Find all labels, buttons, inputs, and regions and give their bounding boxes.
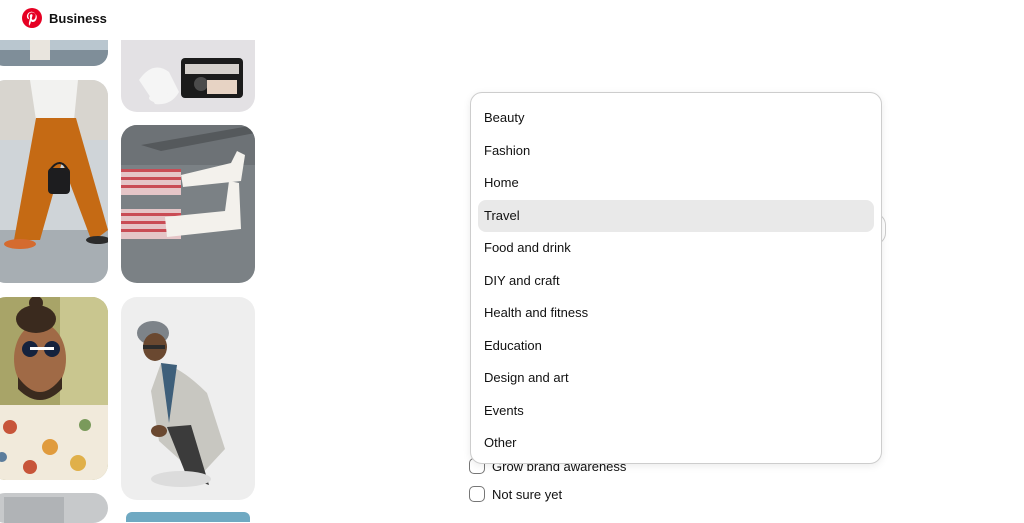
collage-image: [0, 297, 108, 480]
dropdown-option[interactable]: Fashion: [478, 135, 874, 168]
collage-image: [121, 125, 255, 283]
pinterest-logo-icon[interactable]: [22, 8, 42, 28]
collage-image: [0, 493, 108, 523]
dropdown-option[interactable]: Beauty: [478, 102, 874, 135]
brand-label[interactable]: Business: [49, 11, 107, 26]
collage-image: [0, 40, 108, 66]
dropdown-option[interactable]: DIY and craft: [478, 265, 874, 298]
dropdown-option[interactable]: Home: [478, 167, 874, 200]
dropdown-option-selected[interactable]: Travel: [478, 199, 874, 232]
dropdown-option[interactable]: Education: [478, 330, 874, 363]
collage-image: [0, 80, 108, 283]
checkbox[interactable]: [469, 486, 485, 502]
dropdown-option[interactable]: Food and drink: [478, 232, 874, 265]
collage-image: [121, 40, 255, 112]
collage-image: [126, 512, 250, 522]
goal-option[interactable]: Not sure yet: [469, 486, 562, 502]
dropdown-option[interactable]: Health and fitness: [478, 297, 874, 330]
dropdown-option[interactable]: Design and art: [478, 362, 874, 395]
dropdown-option[interactable]: Other: [478, 427, 874, 460]
goal-option-label: Not sure yet: [492, 486, 563, 502]
collage-image: [121, 297, 255, 500]
category-dropdown-menu: Beauty Fashion Home Travel Food and drin…: [470, 92, 882, 464]
dropdown-option[interactable]: Events: [478, 395, 874, 428]
